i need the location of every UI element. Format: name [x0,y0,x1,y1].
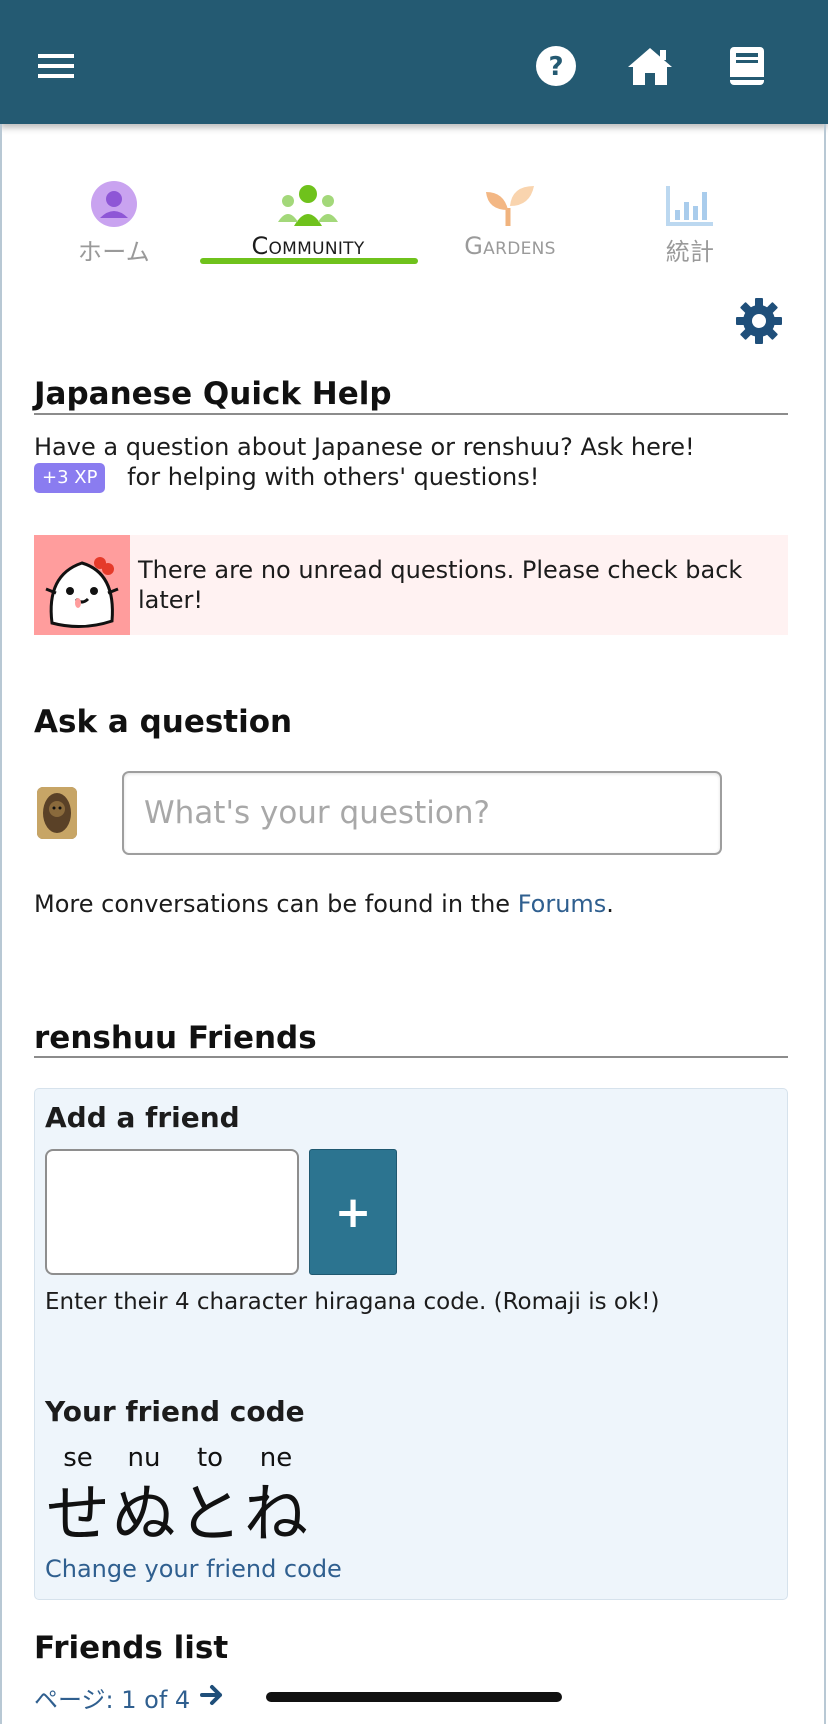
forums-link[interactable]: Forums [518,890,607,918]
romaji-label: nu [127,1443,161,1473]
romaji-label: ne [259,1443,293,1473]
friends-pager[interactable]: ページ: 1 of 4 [34,1680,224,1715]
xp-badge: +3 XP [34,463,106,493]
romaji-label: se [63,1443,93,1473]
friends-list-title: Friends list [34,1630,228,1666]
change-friend-code-link[interactable]: Change your friend code [45,1555,342,1583]
tab-stats[interactable]: 統計 [590,176,790,267]
question-input[interactable] [122,771,722,855]
friends-section-title: renshuu Friends [34,1020,317,1056]
no-questions-notice: There are no unread questions. Please ch… [34,535,788,635]
section-heading: Ask a question [34,704,293,740]
hamburger-icon[interactable] [32,42,80,90]
forums-line: More conversations can be found in the F… [34,889,614,919]
xp-text: for helping with others' questions! [127,463,540,491]
friend-code-input[interactable] [45,1149,299,1275]
ask-question-title: Ask a question [34,704,292,740]
tab-label: Community [251,232,365,260]
tab-community[interactable]: Community [208,176,408,260]
tab-gardens[interactable]: Gardens [410,176,610,260]
xp-line: +3 XP for helping with others' questions… [34,462,539,493]
bar-chart-icon [590,176,790,228]
section-heading: renshuu Friends [34,1020,317,1056]
quick-help-description: Have a question about Japanese or renshu… [34,433,695,461]
forums-suffix: . [606,890,614,918]
group-icon [208,176,408,228]
help-icon[interactable]: ? [532,42,580,90]
tab-label: Gardens [464,232,556,260]
tab-label: 統計 [665,238,715,266]
tab-label: ホーム [77,238,151,266]
add-friend-hint: Enter their 4 character hiragana code. (… [45,1289,660,1315]
app-header: ? [0,0,828,124]
active-tab-indicator [200,258,418,264]
add-friend-button[interactable]: + [309,1149,397,1275]
forums-prefix: More conversations can be found in the [34,890,518,918]
section-heading: Japanese Quick Help [34,376,392,412]
svg-text:?: ? [548,52,563,82]
kana-label: せ [46,1478,110,1552]
section-heading: Friends list [34,1630,229,1666]
home-icon[interactable] [626,42,674,90]
kana-label: ぬ [112,1478,176,1552]
friend-code: se せ nu ぬ to と ne ね [45,1443,309,1553]
avatar[interactable] [37,787,77,839]
kana-label: ね [244,1478,308,1552]
arrow-right-icon[interactable] [200,1684,224,1712]
notice-text: There are no unread questions. Please ch… [138,556,743,614]
friends-panel: Add a friend + Enter their 4 character h… [34,1088,788,1600]
divider [34,413,788,415]
book-icon[interactable] [723,42,771,90]
kana-label: と [178,1478,242,1552]
sprout-icon [410,176,610,228]
add-friend-title: Add a friend [45,1101,240,1134]
mascot-icon [34,535,130,635]
friend-code-char: nu ぬ [111,1443,177,1553]
friend-code-char: to と [177,1443,243,1553]
pager-text: ページ: 1 of 4 [34,1686,191,1714]
divider [34,1056,788,1058]
tab-home[interactable]: ホーム [14,176,214,267]
friend-code-char: ne ね [243,1443,309,1553]
user-icon [14,176,214,228]
romaji-label: to [196,1443,224,1473]
friend-code-title: Your friend code [45,1395,305,1428]
home-indicator [266,1692,562,1702]
friend-code-char: se せ [45,1443,111,1553]
quick-help-section-title: Japanese Quick Help [34,376,392,412]
gear-icon[interactable] [734,296,784,346]
